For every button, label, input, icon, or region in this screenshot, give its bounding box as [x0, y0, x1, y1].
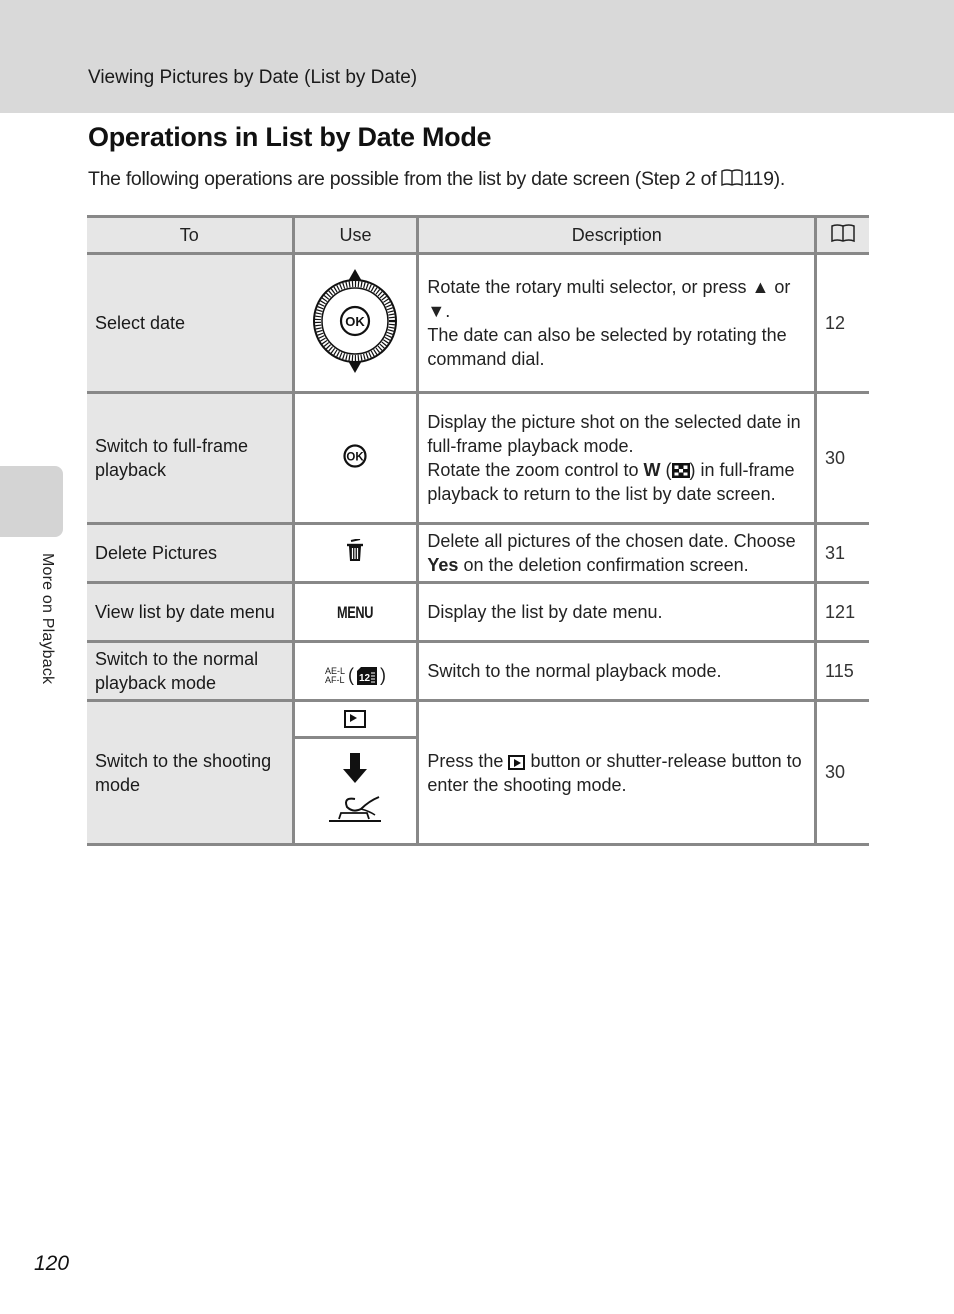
ok-button-icon: OK: [342, 443, 368, 473]
intro-close: ).: [773, 168, 786, 190]
menu-button-label: MENU: [337, 602, 374, 622]
svg-text:OK: OK: [346, 314, 366, 329]
table-row: Delete Pictures Delete all pictures of t…: [87, 522, 869, 584]
thumbnail-grid-icon: [671, 460, 690, 480]
up-triangle-icon: ▲: [751, 277, 770, 297]
row-page-ref[interactable]: 30: [814, 391, 869, 525]
desc-text: Delete all pictures of the chosen date. …: [427, 531, 796, 551]
row-page-ref[interactable]: 30: [814, 699, 869, 846]
table-row: View list by date menu MENU Display the …: [87, 581, 869, 643]
header-page: [814, 215, 869, 255]
desc-text: Rotate the rotary multi selector, or pre…: [427, 277, 752, 297]
row-page-ref[interactable]: 115: [814, 640, 869, 702]
row-page-ref[interactable]: 31: [814, 522, 869, 584]
section-title: Operations in List by Date Mode: [88, 122, 492, 152]
row-to: View list by date menu: [87, 581, 295, 643]
row-use: [291, 699, 420, 739]
table-row: Switch to full-frame playback OK Display…: [87, 391, 869, 525]
row-use: [293, 736, 418, 846]
desc-text: on the deletion confirmation screen.: [458, 555, 749, 575]
desc-text: Display the picture shot on the selected…: [427, 412, 801, 456]
intro-text: The following operations are possible fr…: [88, 168, 722, 190]
row-use: MENU: [291, 581, 420, 643]
row-description: Display the picture shot on the selected…: [416, 391, 818, 525]
desc-text: The date can also be selected by rotatin…: [427, 325, 787, 369]
section-side-tab: [0, 466, 63, 537]
desc-text: Press the: [427, 750, 509, 771]
row-use: OK: [291, 252, 420, 394]
row-description: Press the button or shutter-release butt…: [416, 699, 818, 846]
intro-paragraph: The following operations are possible fr…: [88, 168, 785, 193]
row-description: Switch to the normal playback mode.: [416, 640, 818, 702]
row-use: [291, 522, 420, 584]
playback-button-icon: [344, 709, 367, 729]
intro-page-ref[interactable]: 119: [743, 168, 774, 190]
side-tab-label: More on Playback: [39, 553, 56, 685]
desc-text: Rotate the zoom control to: [427, 460, 644, 480]
book-icon: [721, 169, 744, 193]
rotary-multi-selector-icon: OK: [310, 268, 400, 380]
list-by-date-icon: 12: [357, 666, 377, 685]
row-to: Select date: [87, 252, 295, 394]
svg-text:12: 12: [359, 673, 371, 684]
down-triangle-icon: ▼: [427, 301, 446, 321]
running-head: Viewing Pictures by Date (List by Date): [88, 67, 418, 88]
table-row: Switch to the shooting mode Press the bu…: [87, 699, 869, 846]
yes-option-label: Yes: [427, 555, 459, 575]
desc-text: or: [769, 277, 791, 297]
row-page-ref[interactable]: 12: [814, 252, 869, 394]
row-to: Switch to the normal playback mode: [87, 640, 295, 702]
desc-text: .: [445, 301, 451, 321]
row-description: Display the list by date menu.: [416, 581, 818, 643]
row-description: Delete all pictures of the chosen date. …: [416, 522, 818, 584]
trash-icon: [345, 537, 365, 567]
shutter-release-button-icon: [323, 752, 387, 833]
table-row: Switch to the normal playback mode AE-L A…: [87, 640, 869, 702]
header-description: Description: [416, 215, 818, 255]
row-to: Delete Pictures: [87, 522, 295, 584]
table-row: Select date OK Rotate the rotary multi s…: [87, 252, 869, 394]
af-l-label: AF-L: [324, 674, 345, 685]
zoom-w-label: W: [643, 460, 661, 480]
row-use: OK: [291, 391, 420, 525]
header-use: Use: [291, 215, 420, 255]
page-number: 120: [34, 1252, 70, 1275]
header-to: To: [87, 215, 295, 255]
row-to: Switch to full-frame playback: [87, 391, 295, 525]
row-to: Switch to the shooting mode: [87, 699, 295, 846]
svg-text:OK: OK: [347, 451, 365, 463]
row-page-ref[interactable]: 121: [814, 581, 869, 643]
ae-af-lock-button: AE-L AF-L (12): [324, 665, 386, 685]
table-header-row: To Use Description: [87, 215, 869, 255]
book-icon: [830, 223, 856, 247]
row-description: Rotate the rotary multi selector, or pre…: [416, 252, 818, 394]
playback-button-icon: [508, 754, 526, 770]
row-use: AE-L AF-L (12): [291, 640, 420, 702]
operations-table: To Use Description Select date OK Rotate…: [87, 215, 869, 846]
header-band: [0, 0, 954, 113]
